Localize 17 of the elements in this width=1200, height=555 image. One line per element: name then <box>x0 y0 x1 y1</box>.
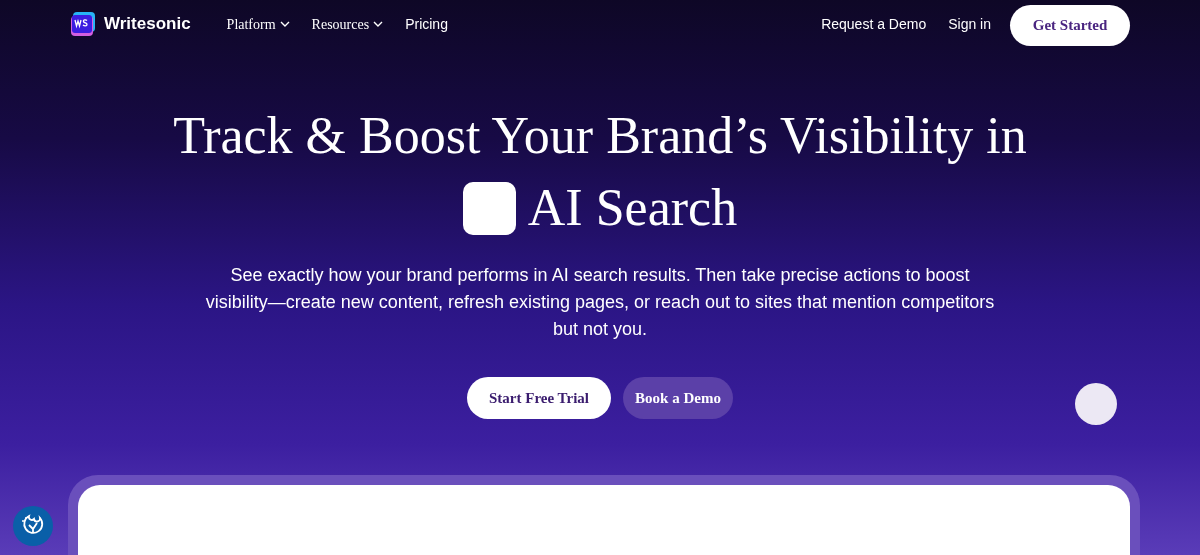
hero-title: AI Search <box>527 178 738 238</box>
brand-name[interactable]: Writesonic <box>104 11 191 37</box>
book-demo-button[interactable]: Book a Demo <box>623 377 733 419</box>
chevron-down-icon <box>279 21 290 27</box>
nav-menu-item[interactable]: Pricing <box>405 13 448 35</box>
hero-title: Track & Boost Your Brand’s Visibility in <box>173 106 1027 166</box>
request-demo-link[interactable]: Request a Demo <box>821 13 927 35</box>
start-free-trial-button[interactable]: Start Free Trial <box>467 377 611 419</box>
cookie-consent-icon[interactable] <box>13 506 53 546</box>
sign-in-link[interactable]: Sign in <box>948 13 991 35</box>
chevron-down-icon <box>373 21 384 27</box>
hero-subtitle: See exactly how your brand performs in AI search results. Then take precise actions to boost visibility—create new content, refresh existing pages, or reach out to sites that mention competitors but not you. <box>204 264 996 341</box>
logo-tile <box>462 181 516 235</box>
nav-menu-item[interactable]: Resources <box>311 13 384 35</box>
nav-menu-item[interactable]: Platform <box>226 13 290 35</box>
brand-logo-icon[interactable] <box>70 11 96 37</box>
get-started-button[interactable]: Get Started <box>1010 4 1130 46</box>
